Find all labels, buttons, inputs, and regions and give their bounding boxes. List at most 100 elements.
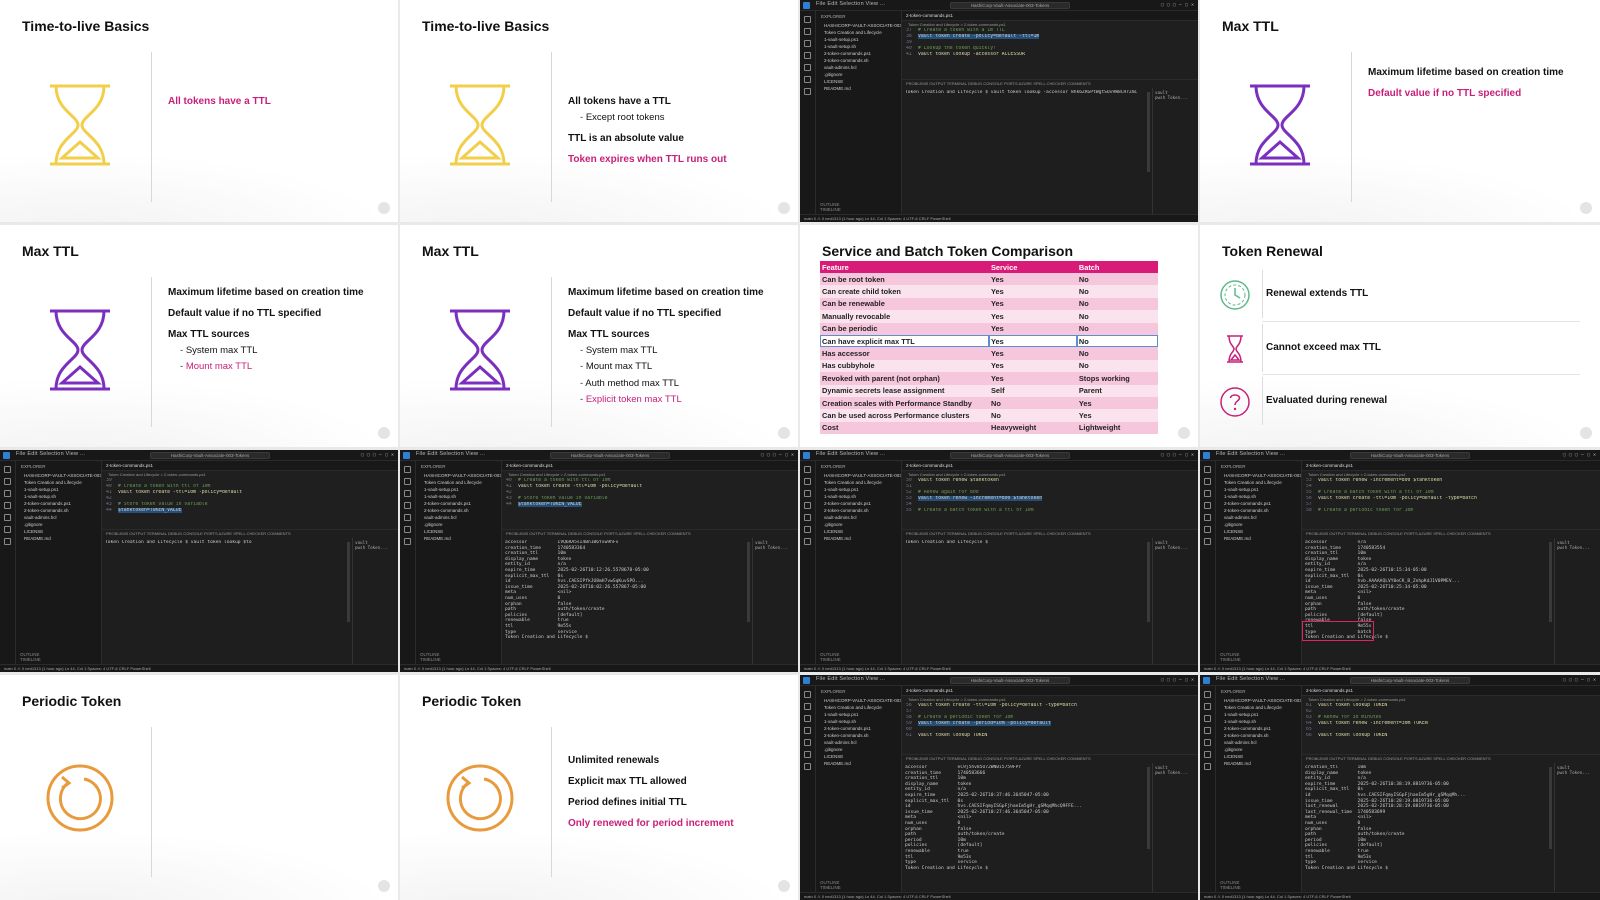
file-item[interactable]: 1-vault-setup.ps1 bbox=[1216, 486, 1301, 493]
file-item[interactable]: .gitignore bbox=[816, 71, 901, 78]
file-item[interactable]: 2-token-commands.sh bbox=[816, 507, 901, 514]
explorer[interactable]: EXPLORER HASHICORP-VAULT-ASSOCIATE-003-T… bbox=[416, 461, 502, 664]
terminal-panel[interactable]: PROBLEMS OUTPUT TERMINAL DEBUG CONSOLE P… bbox=[902, 529, 1198, 664]
file-item[interactable]: README.md bbox=[816, 85, 901, 92]
file-item[interactable]: README.md bbox=[816, 535, 901, 542]
timeline-section[interactable]: TIMELINE bbox=[820, 885, 841, 890]
ide-screenshot-1[interactable]: File Edit Selection View ... HashiCorp-Va… bbox=[800, 0, 1198, 222]
terminal-output[interactable]: accessor n/a creation_time 1740583554 cr… bbox=[1305, 540, 1552, 662]
file-item[interactable]: Token Creation and Lifecycle bbox=[1216, 479, 1301, 486]
timeline-section[interactable]: TIMELINE bbox=[420, 657, 441, 662]
panel-tabs[interactable]: PROBLEMS OUTPUT TERMINAL DEBUG CONSOLE P… bbox=[102, 530, 398, 538]
file-item[interactable]: 1-vault-setup.ps1 bbox=[816, 486, 901, 493]
slide-token-renewal[interactable]: Token Renewal Renewal extends TTL Cannot… bbox=[1200, 225, 1600, 447]
file-item[interactable]: 1-vault-setup.ps1 bbox=[416, 486, 501, 493]
file-item[interactable]: 1-vault-setup.ps1 bbox=[816, 36, 901, 43]
command-search[interactable]: HashiCorp-Vault-Associate-003-Tokens bbox=[550, 452, 670, 459]
file-item[interactable]: Token Creation and Lifecycle bbox=[816, 479, 901, 486]
code-line[interactable]: 44 $tanktoken=TOKEN_VALUE bbox=[102, 508, 398, 514]
timeline-section[interactable]: TIMELINE bbox=[1220, 885, 1241, 890]
code-editor[interactable]: 2-token-commands.ps1 Token Creation and … bbox=[902, 461, 1198, 529]
file-item[interactable]: vault-admins.hcl bbox=[816, 739, 901, 746]
file-item[interactable]: 2-token-commands.sh bbox=[416, 507, 501, 514]
ide-screenshot-3[interactable]: File Edit Selection View ... HashiCorp-Va… bbox=[400, 450, 798, 672]
command-search[interactable]: HashiCorp-Vault-Associate-003-Tokens bbox=[950, 677, 1070, 684]
terminal-panel[interactable]: PROBLEMS OUTPUT TERMINAL DEBUG CONSOLE P… bbox=[902, 754, 1198, 892]
terminal-output[interactable]: Token Creation and Lifecycle $ vault tok… bbox=[905, 90, 1150, 212]
file-item[interactable]: LICENSE bbox=[816, 753, 901, 760]
ide-screenshot-7[interactable]: File Edit Selection View ... HashiCorp-Va… bbox=[1200, 675, 1600, 900]
command-search[interactable]: HashiCorp-Vault-Associate-003-Tokens bbox=[950, 2, 1070, 9]
terminal-item[interactable]: pwsh Token... bbox=[1557, 545, 1598, 550]
code-line[interactable]: 44 $tanktoken=TOKEN_VALUE bbox=[502, 502, 798, 508]
ide-screenshot-4[interactable]: File Edit Selection View ... HashiCorp-Va… bbox=[800, 450, 1198, 672]
file-item[interactable]: 1-vault-setup.ps1 bbox=[1216, 711, 1301, 718]
panel-tabs[interactable]: PROBLEMS OUTPUT TERMINAL DEBUG CONSOLE P… bbox=[502, 530, 798, 538]
file-item[interactable]: .gitignore bbox=[816, 746, 901, 753]
file-item[interactable]: 1-vault-setup.sh bbox=[816, 43, 901, 50]
terminal-item[interactable]: pwsh Token... bbox=[1155, 545, 1196, 550]
timeline-section[interactable]: TIMELINE bbox=[820, 207, 841, 212]
file-item[interactable]: 1-vault-setup.sh bbox=[816, 718, 901, 725]
ide-screenshot-2[interactable]: File Edit Selection View ... HashiCorp-Va… bbox=[0, 450, 398, 672]
file-item[interactable]: LICENSE bbox=[1216, 528, 1301, 535]
editor-tab[interactable]: 2-token-commands.ps1 bbox=[902, 11, 1198, 21]
editor-tab[interactable]: 2-token-commands.ps1 bbox=[902, 686, 1198, 696]
explorer[interactable]: EXPLORER HASHICORP-VAULT-ASSOCIATE-003-T… bbox=[1216, 461, 1302, 664]
file-item[interactable]: LICENSE bbox=[816, 78, 901, 85]
file-item[interactable]: 1-vault-setup.sh bbox=[816, 493, 901, 500]
file-item[interactable]: LICENSE bbox=[816, 528, 901, 535]
slide-periodic-token-2[interactable]: Periodic Token Unlimited renewals Explic… bbox=[400, 675, 798, 900]
code-editor[interactable]: 2-token-commands.ps1 Token Creation and … bbox=[1302, 686, 1600, 754]
slide-max-ttl-1[interactable]: Max TTL Maximum lifetime based on creati… bbox=[1200, 0, 1600, 222]
file-item[interactable]: Token Creation and Lifecycle bbox=[1216, 704, 1301, 711]
terminal-panel[interactable]: PROBLEMS OUTPUT TERMINAL DEBUG CONSOLE P… bbox=[1302, 754, 1600, 892]
code-editor[interactable]: 2-token-commands.ps1 Token Creation and … bbox=[902, 686, 1198, 754]
file-item[interactable]: vault-admins.hcl bbox=[1216, 514, 1301, 521]
terminal-panel[interactable]: PROBLEMS OUTPUT TERMINAL DEBUG CONSOLE P… bbox=[102, 529, 398, 664]
editor-tab[interactable]: 2-token-commands.ps1 bbox=[1302, 461, 1600, 471]
slide-max-ttl-3[interactable]: Max TTL Maximum lifetime based on creati… bbox=[400, 225, 798, 447]
file-item[interactable]: README.md bbox=[16, 535, 101, 542]
file-item[interactable]: 2-token-commands.ps1 bbox=[816, 500, 901, 507]
code-editor[interactable]: 2-token-commands.ps1 Token Creation and … bbox=[902, 11, 1198, 79]
terminal-item[interactable]: pwsh Token... bbox=[1557, 770, 1598, 775]
file-item[interactable]: 2-token-commands.ps1 bbox=[816, 50, 901, 57]
command-search[interactable]: HashiCorp-Vault-Associate-003-Tokens bbox=[950, 452, 1070, 459]
file-item[interactable]: README.md bbox=[816, 760, 901, 767]
file-item[interactable]: LICENSE bbox=[416, 528, 501, 535]
file-item[interactable]: Token Creation and Lifecycle bbox=[416, 479, 501, 486]
panel-tabs[interactable]: PROBLEMS OUTPUT TERMINAL DEBUG CONSOLE P… bbox=[902, 755, 1198, 763]
panel-tabs[interactable]: PROBLEMS OUTPUT TERMINAL DEBUG CONSOLE P… bbox=[1302, 755, 1600, 763]
file-item[interactable]: README.md bbox=[1216, 535, 1301, 542]
file-item[interactable]: README.md bbox=[416, 535, 501, 542]
file-item[interactable]: 1-vault-setup.sh bbox=[16, 493, 101, 500]
file-item[interactable]: 2-token-commands.sh bbox=[16, 507, 101, 514]
file-item[interactable]: LICENSE bbox=[16, 528, 101, 535]
slide-ttl-basics-1[interactable]: Time-to-live Basics All tokens have a TT… bbox=[0, 0, 398, 222]
terminal-output[interactable]: accessor eC9j5hv85O72WN0i5759FPr creatio… bbox=[905, 765, 1150, 890]
code-line[interactable]: 58 # Create a periodic token for 10m bbox=[1302, 508, 1600, 514]
file-item[interactable]: .gitignore bbox=[1216, 746, 1301, 753]
file-item[interactable]: README.md bbox=[1216, 760, 1301, 767]
file-item[interactable]: .gitignore bbox=[816, 521, 901, 528]
file-item[interactable]: 2-token-commands.ps1 bbox=[16, 500, 101, 507]
timeline-section[interactable]: TIMELINE bbox=[820, 657, 841, 662]
terminal-item[interactable]: pwsh Token... bbox=[355, 545, 396, 550]
code-line[interactable]: 61 vault token lookup TOKEN bbox=[902, 733, 1198, 739]
file-item[interactable]: .gitignore bbox=[1216, 521, 1301, 528]
file-item[interactable]: 1-vault-setup.ps1 bbox=[16, 486, 101, 493]
file-item[interactable]: LICENSE bbox=[1216, 753, 1301, 760]
timeline-section[interactable]: TIMELINE bbox=[1220, 657, 1241, 662]
code-line[interactable]: 41 vault token lookup -accessor ACCESSOR bbox=[902, 52, 1198, 58]
editor-tab[interactable]: 2-token-commands.ps1 bbox=[102, 461, 398, 471]
terminal-output[interactable]: accessor IVQ6RA5sI4Bn1B6Yxw9hFx creation… bbox=[505, 540, 750, 662]
terminal-output[interactable]: creation_ttl 10m display_name token enti… bbox=[1305, 765, 1552, 890]
file-item[interactable]: 2-token-commands.ps1 bbox=[1216, 725, 1301, 732]
ide-screenshot-6[interactable]: File Edit Selection View ... HashiCorp-Va… bbox=[800, 675, 1198, 900]
file-item[interactable]: Token Creation and Lifecycle bbox=[816, 29, 901, 36]
editor-tab[interactable]: 2-token-commands.ps1 bbox=[502, 461, 798, 471]
panel-tabs[interactable]: PROBLEMS OUTPUT TERMINAL DEBUG CONSOLE P… bbox=[902, 530, 1198, 538]
terminal-item[interactable]: pwsh Token... bbox=[755, 545, 796, 550]
slide-token-comparison[interactable]: Service and Batch Token Comparison Featu… bbox=[800, 225, 1198, 447]
